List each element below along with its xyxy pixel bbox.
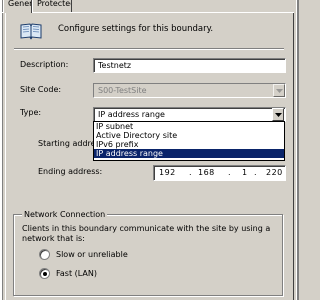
- type-dropdown-list: IP subnet Active Directory site IPv6 pre…: [93, 121, 285, 161]
- type-value: IP address range: [98, 110, 165, 119]
- dropdown-option-ip-subnet[interactable]: IP subnet: [94, 122, 284, 131]
- slow-radio-button[interactable]: [39, 249, 50, 260]
- description-input[interactable]: Testnetz: [93, 58, 286, 73]
- site-code-value: S00-TestSite: [98, 86, 147, 95]
- dropdown-option-ad-site[interactable]: Active Directory site: [94, 131, 284, 140]
- tab-protected[interactable]: Protected: [32, 0, 72, 12]
- dropdown-option-ipv6-prefix[interactable]: IPv6 prefix: [94, 140, 284, 149]
- dialog-left-edge: [0, 0, 3, 300]
- dropdown-option-ip-range[interactable]: IP address range: [94, 149, 284, 158]
- fast-radio-button[interactable]: [39, 268, 50, 279]
- site-code-dropdown-button: [273, 84, 285, 97]
- ending-address-label: Ending address:: [38, 167, 103, 176]
- ip-octet-4: 220: [266, 168, 283, 177]
- site-code-select: S00-TestSite: [93, 83, 286, 98]
- dialog-right-edge: [296, 0, 299, 300]
- network-connection-title: Network Connection: [22, 209, 108, 220]
- network-connection-description: Clients in this boundary communicate wit…: [22, 224, 271, 243]
- description-label: Description:: [20, 60, 69, 69]
- header-separator-highlight: [14, 49, 284, 50]
- ip-dot-2: .: [228, 168, 232, 177]
- slow-radio[interactable]: [39, 249, 50, 260]
- chevron-down-icon: [274, 112, 282, 117]
- ip-octet-2: 168: [198, 168, 215, 177]
- chevron-down-icon: [275, 88, 283, 93]
- ip-dot-3: .: [254, 168, 258, 177]
- ip-octet-1: 192: [159, 168, 176, 177]
- ip-dot-1: .: [189, 168, 193, 177]
- book-icon: [20, 22, 42, 40]
- radio-selected-dot: [42, 271, 47, 276]
- tab-general[interactable]: General: [3, 0, 32, 13]
- tab-general-label: General: [8, 0, 32, 8]
- type-label: Type:: [20, 108, 42, 117]
- ip-octet-3: 1: [242, 168, 248, 177]
- slow-radio-label[interactable]: Slow or unreliable: [56, 249, 128, 261]
- site-code-label: Site Code:: [20, 85, 62, 94]
- type-dropdown-button[interactable]: [272, 108, 284, 121]
- fast-radio-label[interactable]: Fast (LAN): [56, 268, 97, 280]
- page-description: Configure settings for this boundary.: [58, 24, 214, 34]
- ending-address-input[interactable]: 192 . 168 . 1 . 220: [153, 165, 286, 181]
- type-select[interactable]: IP address range: [93, 107, 286, 122]
- tab-protected-label: Protected: [37, 0, 72, 8]
- fast-radio[interactable]: [39, 268, 50, 279]
